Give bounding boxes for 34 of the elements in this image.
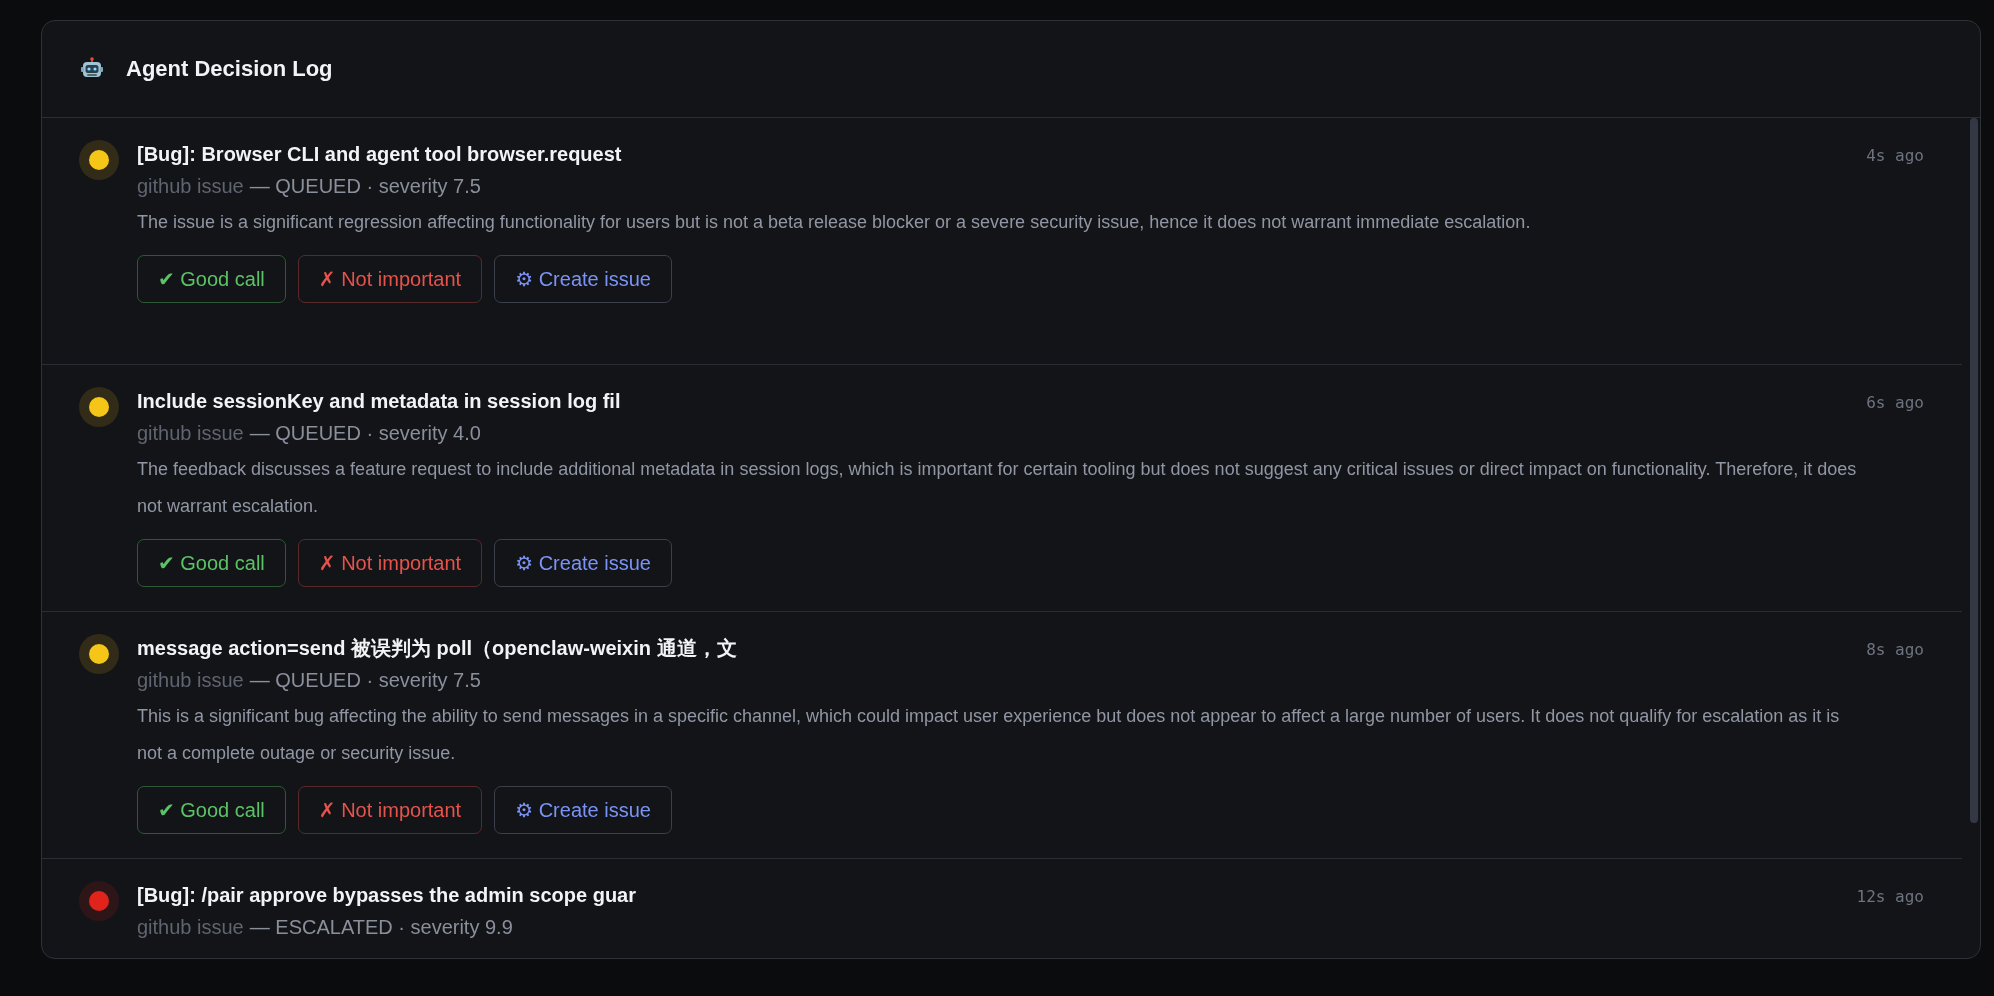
create-issue-button[interactable]: ⚙ Create issue <box>494 539 672 587</box>
status-detail: — QUEUED · severity 7.5 <box>249 174 481 199</box>
entry-description: This is a significant bug affecting the ability to send messages in a specific channel, which could impact user experience but does not appear to affect a large number of users. It does not qualify for escalation as it is not a complete outage or security issue. <box>137 705 1841 765</box>
panel-title: Agent Decision Log <box>126 56 333 82</box>
good-call-button[interactable]: ✔ Good call <box>137 786 286 834</box>
timestamp: 8s ago <box>1866 640 1924 659</box>
source-label: github issue <box>137 174 244 199</box>
good-call-button[interactable]: ✔ Good call <box>137 539 286 587</box>
timestamp: 6s ago <box>1866 393 1924 412</box>
not-important-button[interactable]: ✗ Not important <box>297 786 483 834</box>
timestamp: 4s ago <box>1866 146 1924 165</box>
source-label: github issue <box>137 668 244 693</box>
timestamp: 12s ago <box>1856 887 1924 906</box>
entry-description: The feedback discusses a feature request to include additional metadata in session logs, which is important for certain tooling but does not suggest any critical issues or direct impact on functionality. Therefore, it does not warrant escalation. <box>137 458 1857 518</box>
source-label: github issue <box>137 421 244 446</box>
not-important-button[interactable]: ✗ Not important <box>297 255 483 303</box>
status-detail: — QUEUED · severity 4.0 <box>249 421 481 446</box>
entry-title: [Bug]: /pair approve bypasses the admin scope guar <box>137 883 636 908</box>
create-issue-button[interactable]: ⚙ Create issue <box>494 786 672 834</box>
create-issue-button[interactable]: ⚙ Create issue <box>494 255 672 303</box>
good-call-button[interactable]: ✔ Good call <box>137 255 286 303</box>
status-detail: — ESCALATED · severity 9.9 <box>249 915 513 940</box>
status-dot-icon <box>79 634 119 674</box>
entry-title: Include sessionKey and metadata in session log fil <box>137 389 621 414</box>
status-dot-icon <box>79 140 119 180</box>
entry-description: The issue is a significant regression affecting functionality for users but is not a beta release blocker or a severe security issue, hence it does not warrant immediate escalation. <box>137 211 1532 234</box>
status-dot-icon <box>79 881 119 921</box>
not-important-button[interactable]: ✗ Not important <box>297 539 483 587</box>
entry-title: message action=send 被误判为 poll（openclaw-weixin 通道，文 <box>137 636 737 661</box>
scrollbar[interactable] <box>1970 118 1978 823</box>
source-label: github issue <box>137 915 244 940</box>
entry-title: [Bug]: Browser CLI and agent tool browser.request <box>137 142 622 167</box>
status-dot-icon <box>79 387 119 427</box>
status-detail: — QUEUED · severity 7.5 <box>249 668 481 693</box>
